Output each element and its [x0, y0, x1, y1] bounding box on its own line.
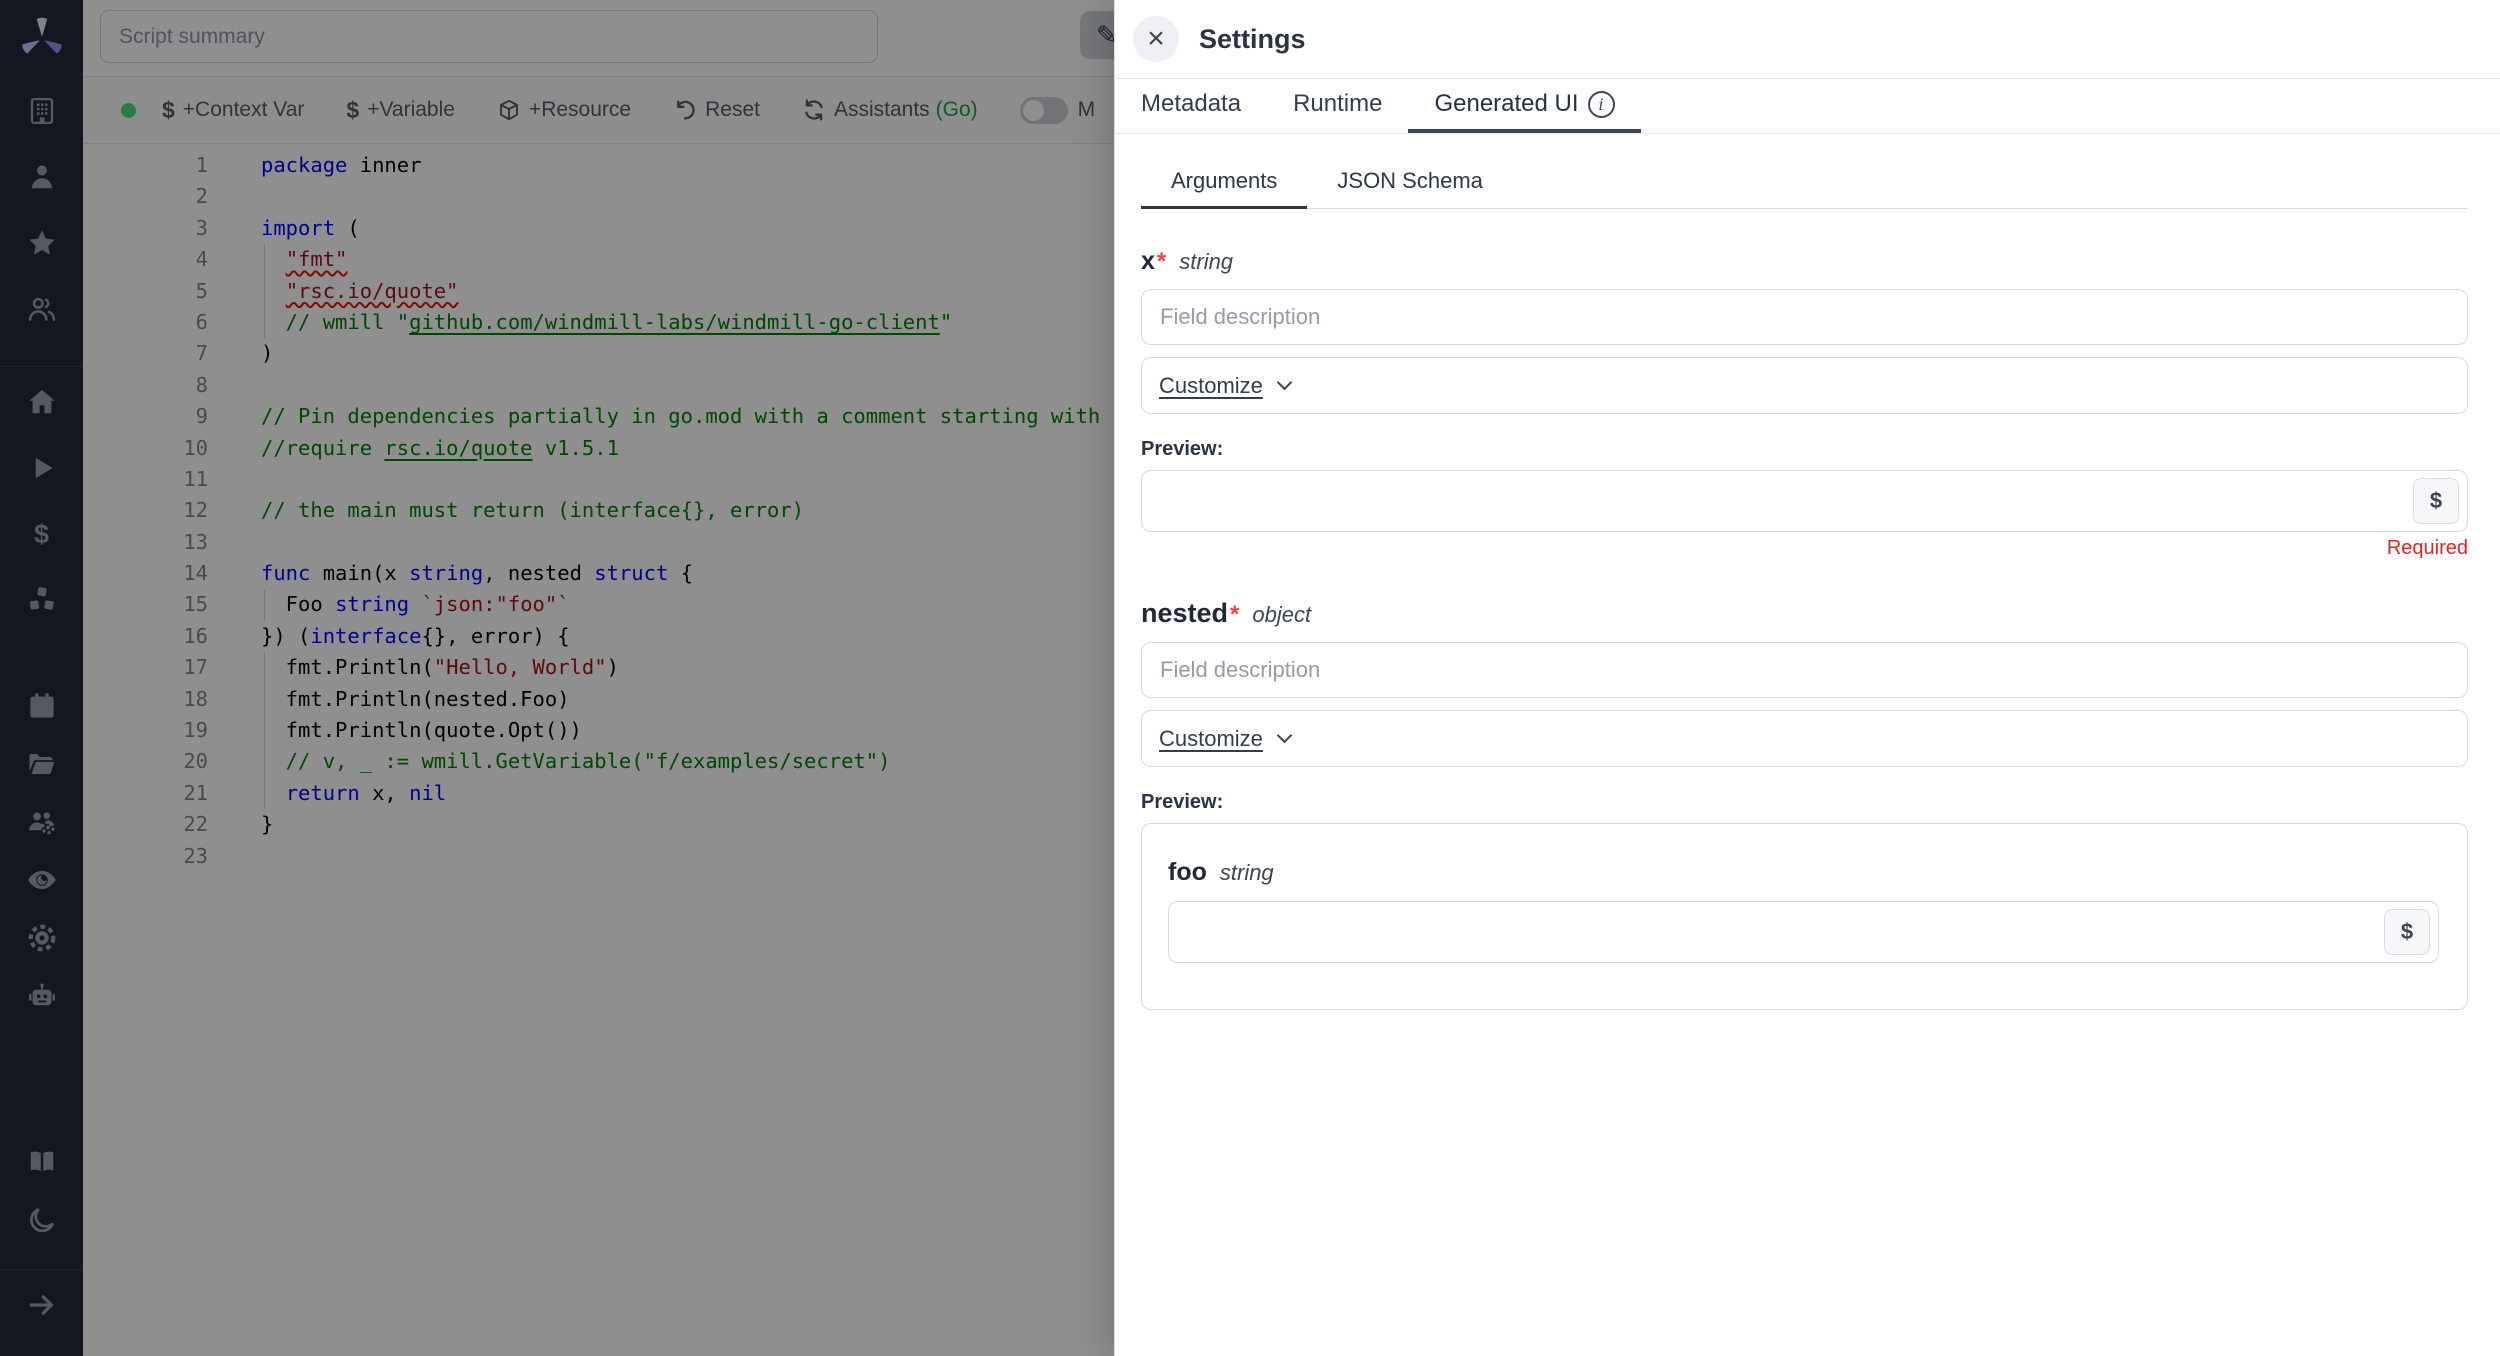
preview-input-wrap: $ — [1168, 901, 2439, 963]
info-icon[interactable]: i — [1588, 91, 1615, 118]
field-type-badge: string — [1220, 860, 1274, 886]
subtab-arguments[interactable]: Arguments — [1141, 168, 1307, 209]
chevron-down-icon — [1277, 727, 1293, 743]
drawer-header: × Settings — [1115, 0, 2500, 78]
customize-toggle[interactable]: Customize — [1159, 726, 1290, 752]
field-name: foo — [1168, 858, 1207, 887]
customize-toggle[interactable]: Customize — [1159, 373, 1290, 399]
preview-label: Preview: — [1141, 791, 2468, 814]
chevron-down-icon — [1277, 374, 1293, 390]
customize-label: Customize — [1159, 726, 1263, 752]
preview-input[interactable] — [1169, 902, 2438, 962]
field-type-badge: string — [1179, 249, 1233, 275]
field-description-input[interactable] — [1141, 289, 2468, 345]
object-preview-box: foo string $ — [1141, 823, 2468, 1010]
required-hint: Required — [1141, 537, 2468, 560]
tab-runtime[interactable]: Runtime — [1267, 79, 1408, 133]
settings-drawer: × Settings MetadataRuntimeGenerated UIi … — [1114, 0, 2500, 1356]
tab-label: Generated UI — [1434, 90, 1578, 118]
required-asterisk: * — [1230, 601, 1239, 629]
customize-box: Customize — [1141, 710, 2468, 767]
field-name: nested — [1141, 598, 1228, 629]
tab-label: Metadata — [1141, 90, 1241, 118]
customize-label: Customize — [1159, 373, 1263, 399]
insert-variable-button[interactable]: $ — [2384, 909, 2430, 955]
field-label-row: nested* object — [1141, 598, 2468, 629]
field-description-input[interactable] — [1141, 642, 2468, 698]
argument-section-x: x* string Customize Preview: $ Required — [1141, 247, 2468, 560]
customize-box: Customize — [1141, 357, 2468, 414]
field-type-badge: object — [1252, 602, 1311, 628]
preview-input[interactable] — [1142, 471, 2467, 531]
field-label-row: x* string — [1141, 247, 2468, 276]
tab-metadata[interactable]: Metadata — [1115, 79, 1267, 133]
argument-section-nested: nested* object Customize Preview: foo string… — [1141, 598, 2468, 1010]
insert-variable-button[interactable]: $ — [2413, 478, 2459, 524]
settings-tabs: Metadata Runtime Generated UI i — [1115, 78, 2500, 134]
tab-generated-ui[interactable]: Generated UI i — [1408, 79, 1640, 133]
required-asterisk: * — [1157, 248, 1166, 276]
field-label-row: foo string — [1168, 858, 2439, 887]
subtab-json-schema[interactable]: JSON Schema — [1307, 168, 1513, 209]
drawer-title: Settings — [1199, 24, 1306, 55]
tab-label: Runtime — [1293, 90, 1382, 118]
field-name: x — [1141, 247, 1155, 276]
preview-input-wrap: $ — [1141, 470, 2468, 532]
close-icon[interactable]: × — [1133, 16, 1179, 62]
app-root: $ ✎ $+Context Var$+Variable+ResourceRese… — [0, 0, 2500, 1356]
preview-label: Preview: — [1141, 438, 2468, 461]
generated-ui-subtabs: ArgumentsJSON Schema — [1141, 168, 2468, 209]
drawer-content: ArgumentsJSON Schema x*stringCustomize P… — [1115, 134, 2500, 1010]
